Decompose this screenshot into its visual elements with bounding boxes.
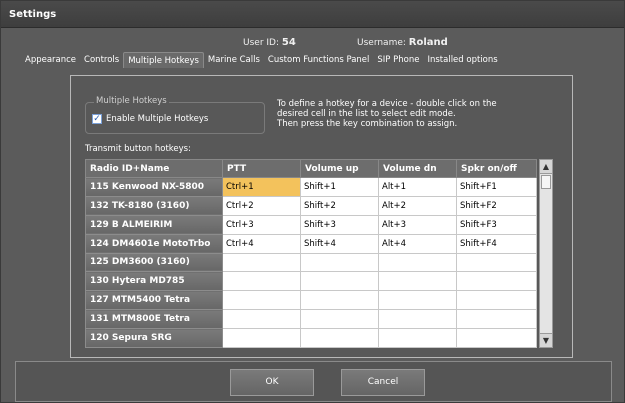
title-bar[interactable]: Settings (1, 1, 624, 28)
hotkey-cell[interactable]: Shift+4 (300, 233, 379, 254)
dialog-footer: OK Cancel (15, 361, 612, 402)
username-label: Username: (357, 38, 406, 48)
username: Username: Roland (357, 37, 448, 48)
hotkey-cell[interactable] (378, 309, 457, 329)
radio-name-cell: 130 Hytera MD785 (85, 271, 223, 292)
hotkey-cell[interactable] (378, 290, 457, 311)
hotkey-cell[interactable] (456, 309, 537, 329)
username-value: Roland (408, 37, 448, 48)
checkbox-label: Enable Multiple Hotkeys (106, 114, 209, 124)
radio-name-cell: 124 DM4601e MotoTrbo (85, 233, 223, 254)
hotkey-cell[interactable] (222, 252, 301, 273)
hotkeys-table: Radio ID+Name PTT Volume up Volume dn Sp… (85, 159, 537, 348)
hotkey-cell[interactable] (456, 328, 537, 348)
scroll-down-icon[interactable]: ▼ (540, 333, 552, 347)
settings-window: Settings User ID: 54 Username: Roland Ap… (0, 0, 625, 403)
hotkey-cell[interactable] (378, 271, 457, 292)
radio-name-cell: 132 TK-8180 (3160) (85, 195, 223, 216)
hotkey-cell[interactable] (456, 271, 537, 292)
hotkey-cell[interactable]: Alt+2 (378, 195, 457, 216)
hotkey-cell[interactable] (222, 290, 301, 311)
user-info-bar: User ID: 54 Username: Roland (1, 37, 624, 51)
table-row: 127 MTM5400 Tetra (85, 290, 537, 311)
hotkey-cell[interactable] (300, 309, 379, 329)
cancel-button[interactable]: Cancel (341, 369, 425, 396)
radio-name-cell: 115 Kenwood NX-5800 (85, 177, 223, 197)
scroll-up-icon[interactable]: ▲ (540, 160, 552, 174)
hotkey-cell[interactable] (378, 252, 457, 273)
hotkey-cell[interactable]: Shift+F2 (456, 195, 537, 216)
enable-multiple-hotkeys-checkbox[interactable]: ✓ Enable Multiple Hotkeys (92, 114, 208, 124)
column-header: Spkr on/off (456, 159, 537, 178)
scroll-thumb[interactable] (541, 175, 551, 189)
radio-name-cell: 131 MTM800E Tetra (85, 309, 223, 329)
user-id-label: User ID: (243, 38, 279, 48)
hotkey-cell[interactable] (300, 290, 379, 311)
hotkey-cell[interactable]: Shift+2 (300, 195, 379, 216)
table-row: 115 Kenwood NX-5800 Ctrl+1 Shift+1 Alt+1… (85, 177, 537, 197)
hotkey-cell[interactable]: Alt+4 (378, 233, 457, 254)
help-line: Then press the key combination to assign… (277, 119, 458, 129)
table-header-row: Radio ID+Name PTT Volume up Volume dn Sp… (85, 159, 537, 178)
tab-controls[interactable]: Controls (80, 52, 123, 68)
hotkey-cell[interactable]: Alt+3 (378, 214, 457, 235)
table-row: 124 DM4601e MotoTrbo Ctrl+4 Shift+4 Alt+… (85, 233, 537, 254)
user-id: User ID: 54 (243, 37, 296, 48)
table-row: 120 Sepura SRG (85, 328, 537, 348)
hotkey-cell[interactable] (300, 252, 379, 273)
help-line: desired cell in the list to select edit … (277, 109, 456, 119)
column-header: Volume up (300, 159, 379, 178)
hotkey-cell[interactable] (222, 271, 301, 292)
tab-custom-functions-panel[interactable]: Custom Functions Panel (264, 52, 373, 68)
tab-installed-options[interactable]: Installed options (423, 52, 501, 68)
hotkey-cell[interactable] (222, 328, 301, 348)
hotkey-cell[interactable]: Shift+3 (300, 214, 379, 235)
radio-name-cell: 125 DM3600 (3160) (85, 252, 223, 273)
tab-multiple-hotkeys[interactable]: Multiple Hotkeys (123, 52, 204, 68)
group-legend: Multiple Hotkeys (94, 96, 169, 106)
hotkey-cell[interactable] (222, 309, 301, 329)
settings-tabs: Appearance Controls Multiple Hotkeys Mar… (21, 52, 502, 68)
hotkey-cell[interactable]: Alt+1 (378, 177, 457, 197)
multiple-hotkeys-group: Multiple Hotkeys ✓ Enable Multiple Hotke… (85, 96, 265, 134)
ok-button[interactable]: OK (230, 369, 314, 396)
multiple-hotkeys-panel: Multiple Hotkeys ✓ Enable Multiple Hotke… (70, 75, 573, 358)
vertical-scrollbar[interactable]: ▲ ▼ (539, 159, 553, 348)
tab-sip-phone[interactable]: SIP Phone (373, 52, 423, 68)
hotkey-cell[interactable] (456, 290, 537, 311)
window-title: Settings (9, 9, 57, 20)
hotkey-cell[interactable] (378, 328, 457, 348)
hotkey-cell[interactable]: Shift+F3 (456, 214, 537, 235)
column-header: PTT (222, 159, 301, 178)
hotkey-cell[interactable]: Ctrl+2 (222, 195, 301, 216)
column-header: Radio ID+Name (85, 159, 223, 178)
table-row: 129 B ALMEIRIM Ctrl+3 Shift+3 Alt+3 Shif… (85, 214, 537, 235)
help-line: To define a hotkey for a device - double… (277, 99, 497, 109)
table-row: 132 TK-8180 (3160) Ctrl+2 Shift+2 Alt+2 … (85, 195, 537, 216)
tab-appearance[interactable]: Appearance (21, 52, 80, 68)
hotkey-cell[interactable]: Ctrl+4 (222, 233, 301, 254)
tab-marine-calls[interactable]: Marine Calls (204, 52, 264, 68)
hotkey-cell[interactable]: Shift+F1 (456, 177, 537, 197)
table-caption: Transmit button hotkeys: (85, 144, 191, 154)
hotkey-cell[interactable]: Ctrl+1 (222, 177, 301, 197)
hotkey-cell[interactable] (456, 252, 537, 273)
column-header: Volume dn (378, 159, 457, 178)
user-id-value: 54 (281, 37, 296, 48)
hotkey-cell[interactable] (300, 271, 379, 292)
radio-name-cell: 127 MTM5400 Tetra (85, 290, 223, 311)
hotkey-cell[interactable]: Shift+1 (300, 177, 379, 197)
radio-name-cell: 129 B ALMEIRIM (85, 214, 223, 235)
radio-name-cell: 120 Sepura SRG (85, 328, 223, 348)
table-row: 130 Hytera MD785 (85, 271, 537, 292)
table-row: 131 MTM800E Tetra (85, 309, 537, 329)
hotkey-cell[interactable]: Shift+F4 (456, 233, 537, 254)
hotkey-cell[interactable]: Ctrl+3 (222, 214, 301, 235)
help-text: To define a hotkey for a device - double… (277, 99, 527, 129)
table-row: 125 DM3600 (3160) (85, 252, 537, 273)
checkmark-icon: ✓ (92, 114, 102, 124)
hotkey-cell[interactable] (300, 328, 379, 348)
